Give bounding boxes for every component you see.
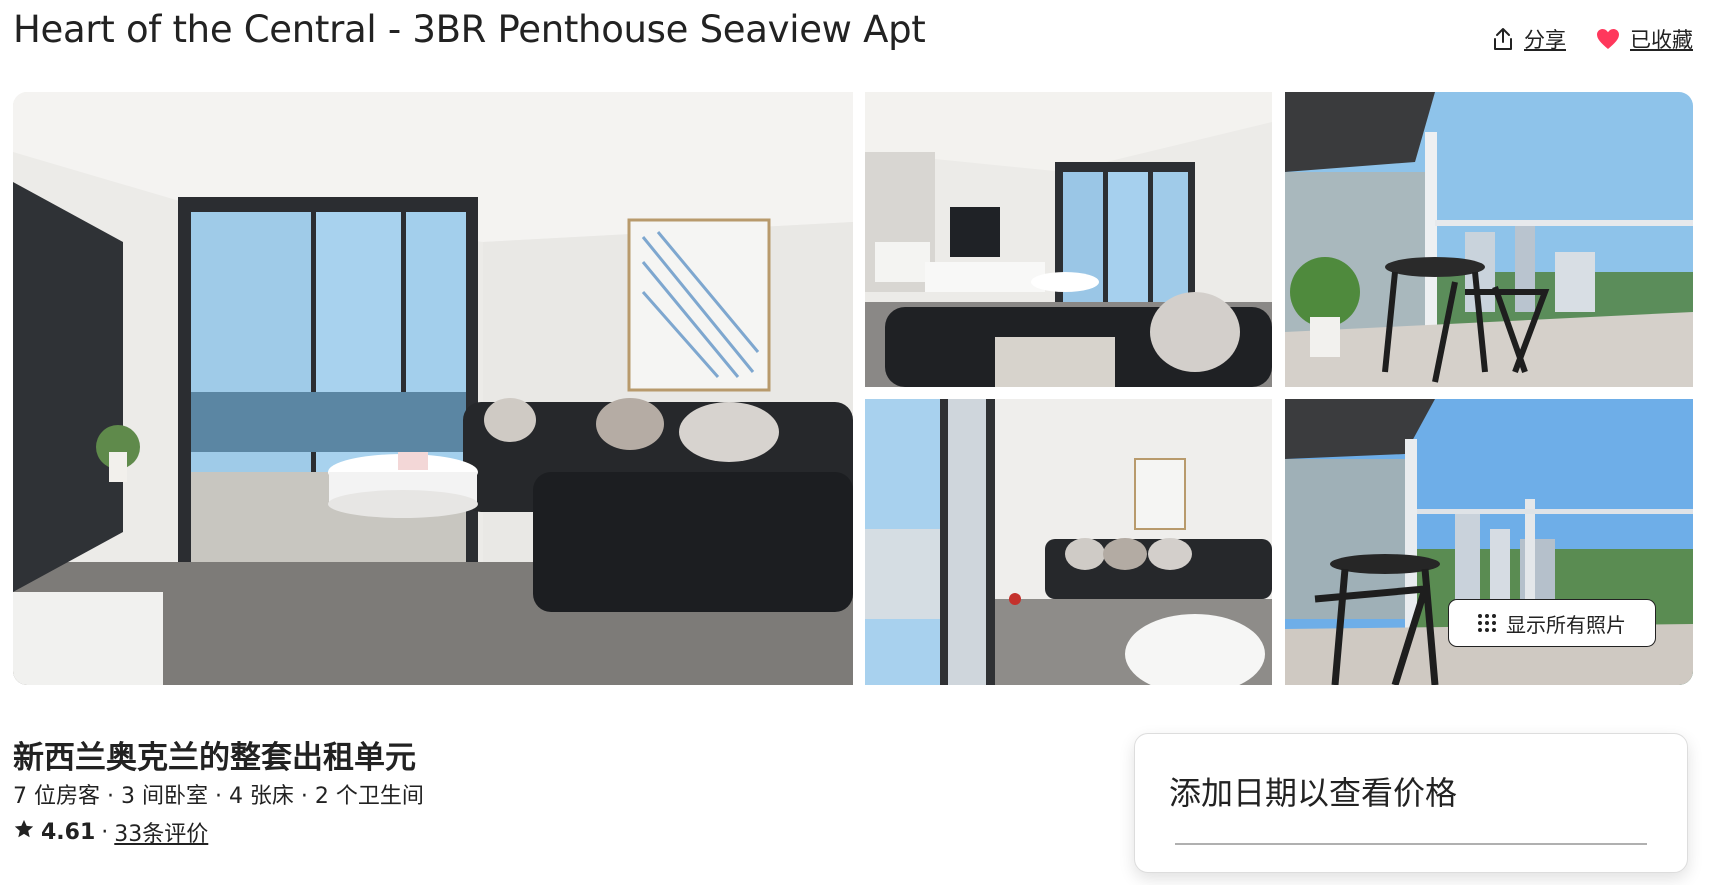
listing-subtitle: 新西兰奥克兰的整套出租单元: [13, 740, 416, 776]
photo-balcony-plant[interactable]: [1285, 92, 1693, 387]
reviews-link[interactable]: 33条评价: [114, 816, 208, 848]
photo-living-room-sofa[interactable]: [865, 399, 1272, 685]
star-icon: [13, 818, 35, 846]
heart-icon: [1596, 28, 1620, 50]
show-all-photos-label: 显示所有照片: [1506, 612, 1626, 637]
listing-title: Heart of the Central - 3BR Penthouse Sea…: [13, 8, 926, 51]
rating-score: 4.61: [41, 819, 96, 845]
share-icon: [1492, 27, 1514, 51]
save-label: 已收藏: [1630, 28, 1693, 52]
photo-gallery: [13, 92, 1693, 685]
share-label: 分享: [1524, 28, 1566, 52]
listing-details: 7 位房客 · 3 间卧室 · 4 张床 · 2 个卫生间: [13, 784, 424, 809]
rating-separator: ·: [101, 819, 109, 845]
date-picker[interactable]: [1175, 843, 1647, 885]
photo-living-room-wide[interactable]: [865, 92, 1272, 387]
listing-actions: 分享 已收藏: [1492, 24, 1693, 54]
save-button[interactable]: 已收藏: [1596, 24, 1693, 54]
booking-card: 添加日期以查看价格: [1134, 733, 1688, 873]
rating-summary: 4.61 · 33条评价: [13, 816, 208, 848]
grid-dots-icon: [1478, 614, 1496, 632]
booking-price-prompt: 添加日期以查看价格: [1169, 774, 1458, 812]
photo-living-room-main[interactable]: [13, 92, 853, 685]
show-all-photos-button[interactable]: 显示所有照片: [1448, 599, 1656, 647]
share-button[interactable]: 分享: [1492, 24, 1566, 54]
